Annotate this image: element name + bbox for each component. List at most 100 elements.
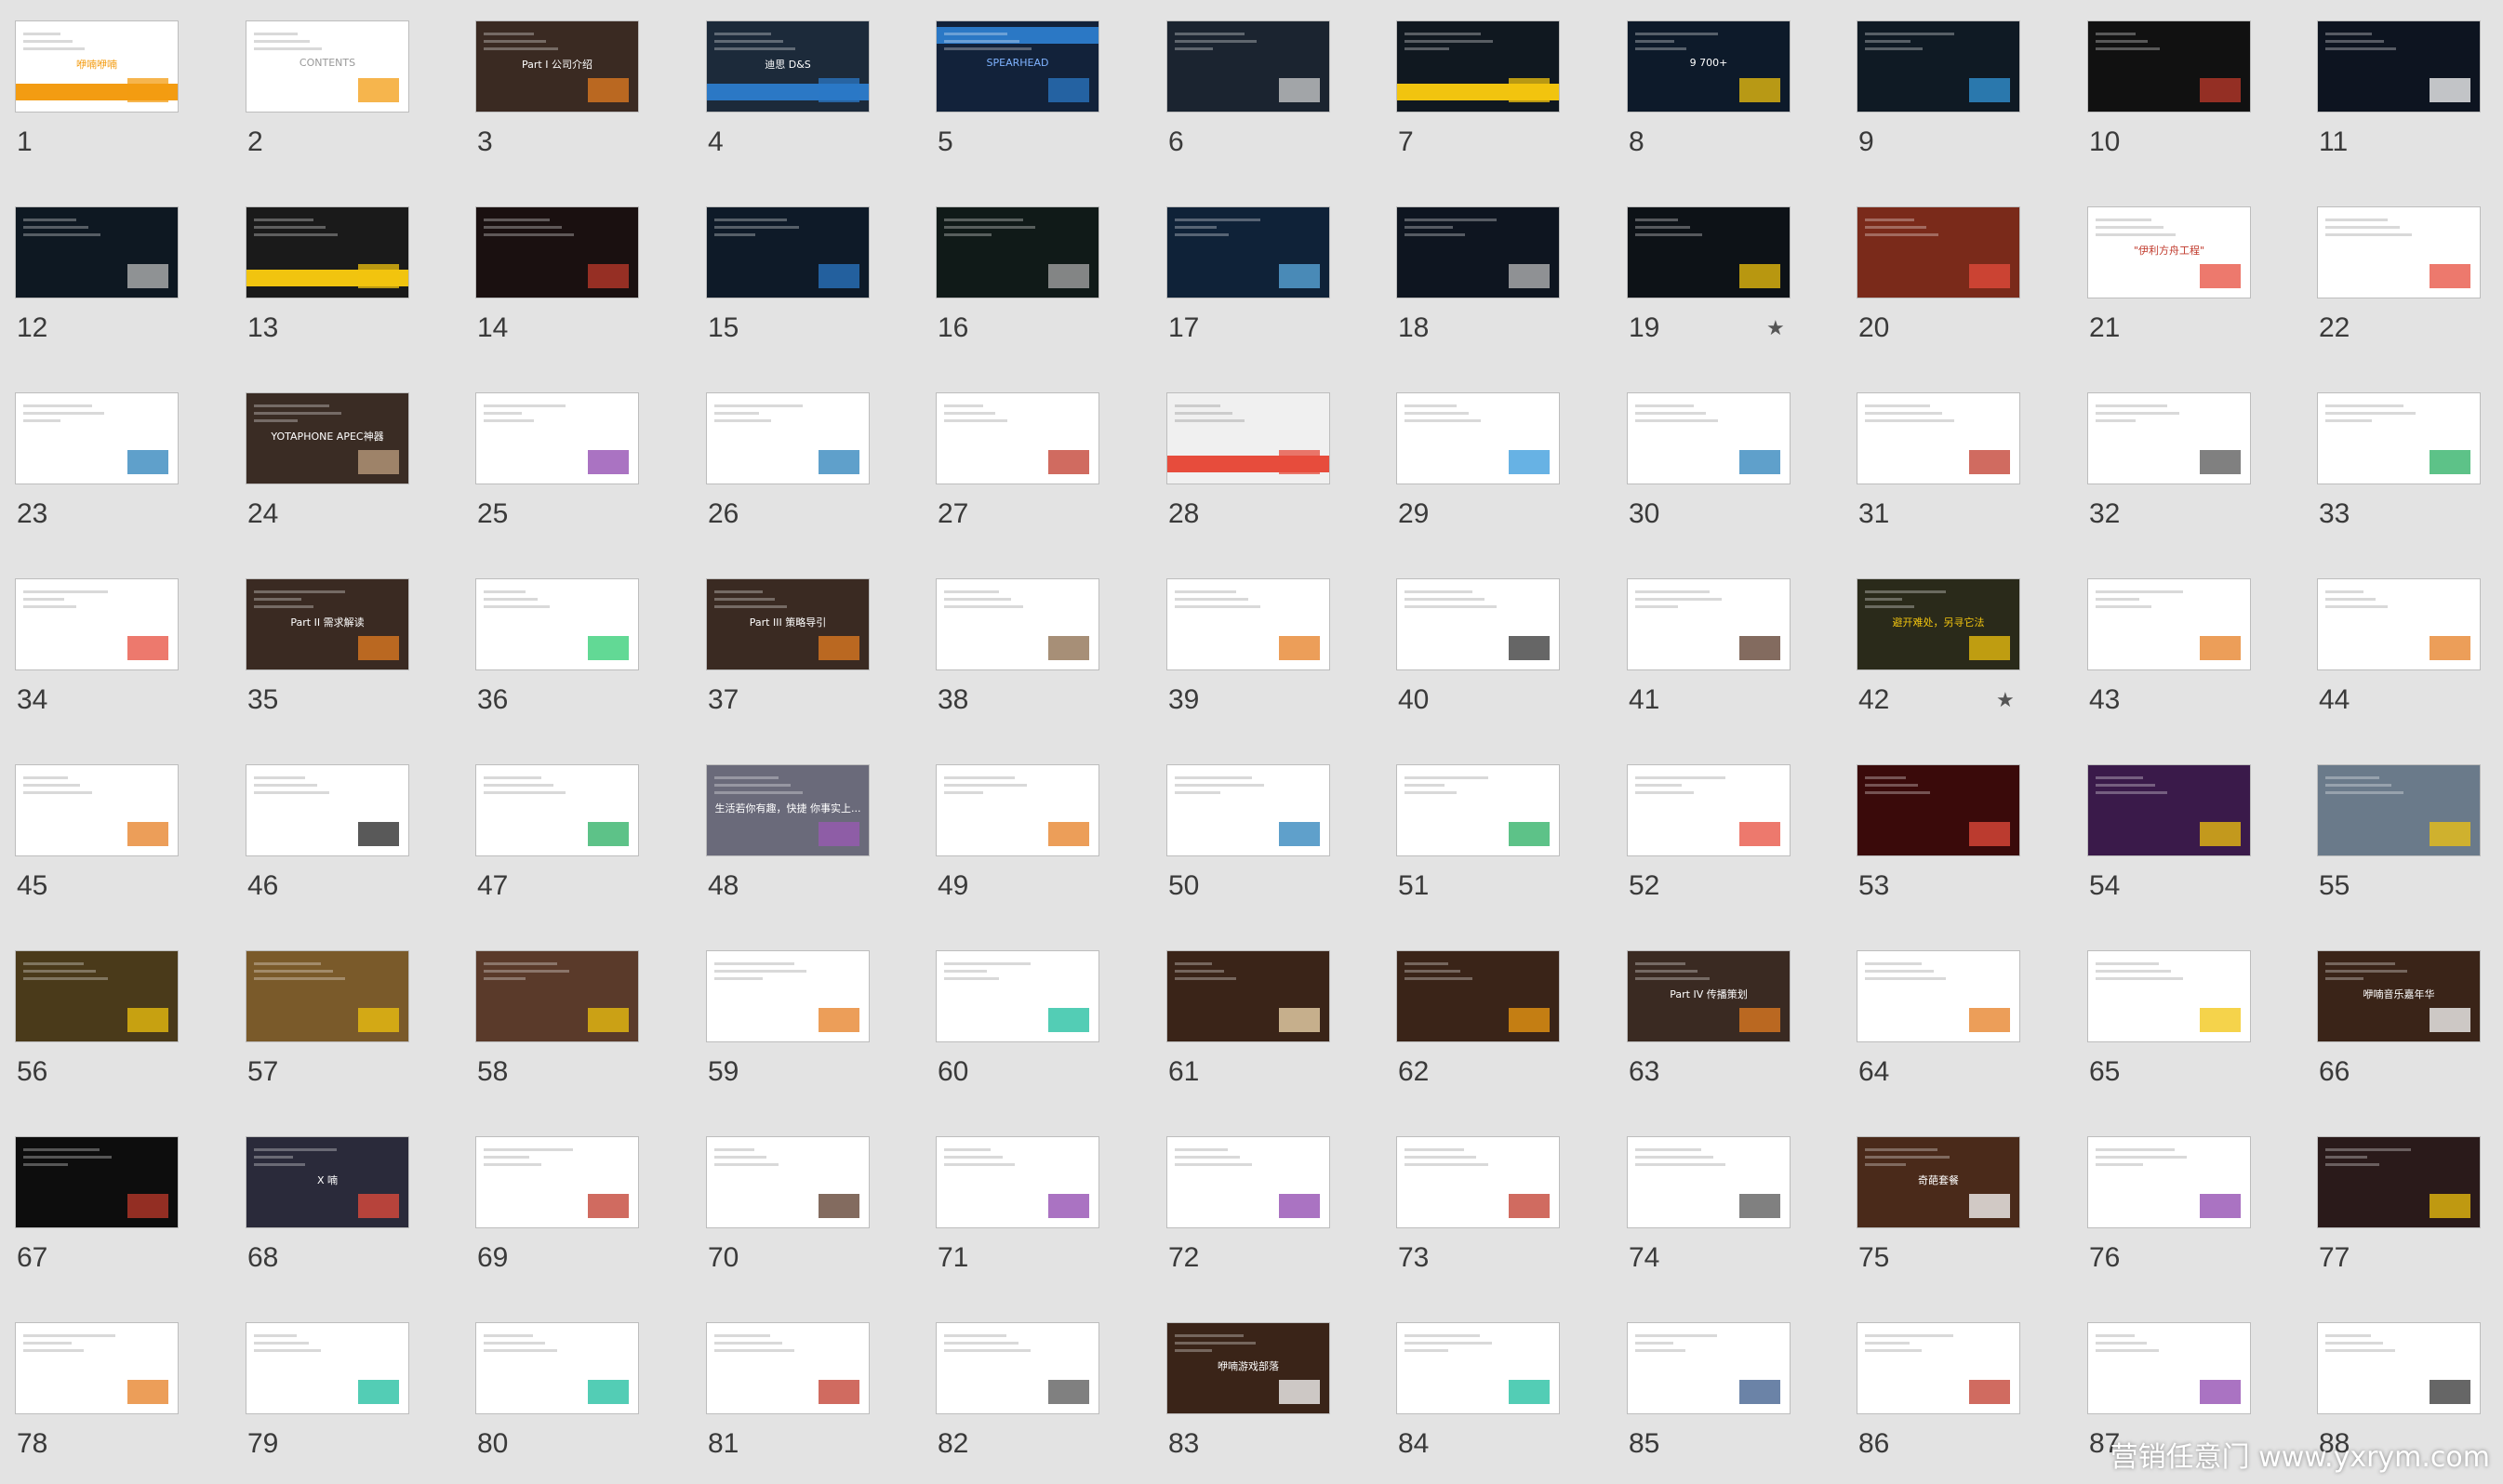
slide-thumbnail-13[interactable]: 13 [231, 186, 461, 363]
slide-thumbnail-53[interactable]: 53 [1842, 744, 2072, 921]
slide-accent-block [1509, 78, 1550, 102]
slide-thumbnail-74[interactable]: 74 [1612, 1116, 1843, 1292]
slide-thumbnail-69[interactable]: 69 [460, 1116, 691, 1292]
slide-thumbnail-11[interactable]: 11 [2302, 0, 2503, 177]
slide-thumbnail-7[interactable]: 7 [1381, 0, 1612, 177]
slide-thumbnail-12[interactable]: 12 [0, 186, 231, 363]
slide-thumbnail-68[interactable]: X 喃 68 [231, 1116, 461, 1292]
slide-thumbnail-75[interactable]: 奇葩套餐 75 [1842, 1116, 2072, 1292]
slide-thumbnail-54[interactable]: 54 [2072, 744, 2303, 921]
slide-thumbnail-85[interactable]: 85 [1612, 1302, 1843, 1478]
slide-content-line [23, 776, 68, 779]
slide-thumbnail-46[interactable]: 46 [231, 744, 461, 921]
slide-number: 21 [2089, 312, 2121, 343]
slide-thumbnail-3[interactable]: Part I 公司介绍 3 [460, 0, 691, 177]
slide-thumbnail-73[interactable]: 73 [1381, 1116, 1612, 1292]
slide-thumbnail-57[interactable]: 57 [231, 930, 461, 1106]
slide-thumbnail-8[interactable]: 9 700+ 8 [1612, 0, 1843, 177]
slide-thumbnail-17[interactable]: 17 [1152, 186, 1382, 363]
slide-thumbnail-26[interactable]: 26 [691, 372, 922, 549]
slide-thumbnail-39[interactable]: 39 [1152, 558, 1382, 735]
slide-thumbnail-21[interactable]: "伊利方舟工程" 21 [2072, 186, 2303, 363]
slide-content-line [2325, 791, 2403, 794]
slide-thumbnail-15[interactable]: 15 [691, 186, 922, 363]
slide-thumbnail-35[interactable]: Part II 需求解读 35 [231, 558, 461, 735]
slide-thumbnail-20[interactable]: 20 [1842, 186, 2072, 363]
slide-thumbnail-5[interactable]: SPEARHEAD 5 [921, 0, 1152, 177]
slide-thumbnail-4[interactable]: 迪思 D&S 4 [691, 0, 922, 177]
slide-thumbnail-55[interactable]: 55 [2302, 744, 2503, 921]
slide-thumbnail-36[interactable]: 36 [460, 558, 691, 735]
slide-thumbnail-27[interactable]: 27 [921, 372, 1152, 549]
slide-thumbnail-44[interactable]: 44 [2302, 558, 2503, 735]
slide-thumbnail-61[interactable]: 61 [1152, 930, 1382, 1106]
slide-thumbnail-65[interactable]: 65 [2072, 930, 2303, 1106]
slide-thumbnail-18[interactable]: 18 [1381, 186, 1612, 363]
slide-thumbnail-52[interactable]: 52 [1612, 744, 1843, 921]
slide-thumbnail-6[interactable]: 6 [1152, 0, 1382, 177]
slide-number: 22 [2319, 312, 2350, 343]
slide-thumbnail-51[interactable]: 51 [1381, 744, 1612, 921]
slide-thumbnail-83[interactable]: 咿喃游戏部落 83 [1152, 1302, 1382, 1478]
slide-thumbnail-30[interactable]: 30 [1612, 372, 1843, 549]
slide-thumbnail-25[interactable]: 25 [460, 372, 691, 549]
slide-thumbnail-71[interactable]: 71 [921, 1116, 1152, 1292]
slide-thumbnail-80[interactable]: 80 [460, 1302, 691, 1478]
slide-thumbnail-14[interactable]: 14 [460, 186, 691, 363]
slide-thumbnail-10[interactable]: 10 [2072, 0, 2303, 177]
slide-thumbnail-84[interactable]: 84 [1381, 1302, 1612, 1478]
slide-number: 86 [1858, 1428, 1890, 1459]
slide-thumbnail-23[interactable]: 23 [0, 372, 231, 549]
slide-thumbnail-82[interactable]: 82 [921, 1302, 1152, 1478]
slide-title-text: 9 700+ [1689, 57, 1728, 69]
slide-thumbnail-66[interactable]: 咿喃音乐嘉年华 66 [2302, 930, 2503, 1106]
slide-thumbnail-86[interactable]: 86 [1842, 1302, 2072, 1478]
slide-thumbnail-16[interactable]: 16 [921, 186, 1152, 363]
slide-thumbnail-49[interactable]: 49 [921, 744, 1152, 921]
slide-preview [1857, 764, 2020, 856]
slide-thumbnail-2[interactable]: CONTENTS 2 [231, 0, 461, 177]
slide-thumbnail-77[interactable]: 77 [2302, 1116, 2503, 1292]
slide-thumbnail-31[interactable]: 31 [1842, 372, 2072, 549]
slide-thumbnail-9[interactable]: 9 [1842, 0, 2072, 177]
slide-content-line [254, 1148, 337, 1151]
slide-thumbnail-38[interactable]: 38 [921, 558, 1152, 735]
slide-thumbnail-70[interactable]: 70 [691, 1116, 922, 1292]
slide-thumbnail-34[interactable]: 34 [0, 558, 231, 735]
slide-thumbnail-42[interactable]: 避开难处，另寻它法 42 ★ [1842, 558, 2072, 735]
slide-thumbnail-60[interactable]: 60 [921, 930, 1152, 1106]
slide-thumbnail-67[interactable]: 67 [0, 1116, 231, 1292]
slide-thumbnail-43[interactable]: 43 [2072, 558, 2303, 735]
slide-content-line [944, 598, 1011, 601]
slide-thumbnail-59[interactable]: 59 [691, 930, 922, 1106]
slide-thumbnail-72[interactable]: 72 [1152, 1116, 1382, 1292]
slide-thumbnail-56[interactable]: 56 [0, 930, 231, 1106]
slide-thumbnail-29[interactable]: 29 [1381, 372, 1612, 549]
slide-thumbnail-45[interactable]: 45 [0, 744, 231, 921]
slide-thumbnail-32[interactable]: 32 [2072, 372, 2303, 549]
slide-content-line [23, 47, 85, 50]
slide-content-line [1175, 776, 1252, 779]
slide-thumbnail-22[interactable]: 22 [2302, 186, 2503, 363]
slide-thumbnail-33[interactable]: 33 [2302, 372, 2503, 549]
slide-thumbnail-47[interactable]: 47 [460, 744, 691, 921]
slide-thumbnail-79[interactable]: 79 [231, 1302, 461, 1478]
slide-thumbnail-62[interactable]: 62 [1381, 930, 1612, 1106]
slide-number: 40 [1398, 684, 1430, 715]
slide-thumbnail-81[interactable]: 81 [691, 1302, 922, 1478]
slide-thumbnail-19[interactable]: 19 ★ [1612, 186, 1843, 363]
slide-preview [1627, 764, 1791, 856]
slide-thumbnail-48[interactable]: 生活若你有趣，快捷 你事实上... 48 [691, 744, 922, 921]
slide-thumbnail-41[interactable]: 41 [1612, 558, 1843, 735]
slide-thumbnail-24[interactable]: YOTAPHONE APEC神器 24 [231, 372, 461, 549]
slide-thumbnail-78[interactable]: 78 [0, 1302, 231, 1478]
slide-thumbnail-63[interactable]: Part IV 传播策划 63 [1612, 930, 1843, 1106]
slide-thumbnail-40[interactable]: 40 [1381, 558, 1612, 735]
slide-thumbnail-50[interactable]: 50 [1152, 744, 1382, 921]
slide-thumbnail-1[interactable]: 咿喃咿喃 1 [0, 0, 231, 177]
slide-thumbnail-76[interactable]: 76 [2072, 1116, 2303, 1292]
slide-thumbnail-58[interactable]: 58 [460, 930, 691, 1106]
slide-thumbnail-64[interactable]: 64 [1842, 930, 2072, 1106]
slide-thumbnail-28[interactable]: 28 [1152, 372, 1382, 549]
slide-thumbnail-37[interactable]: Part III 策略导引 37 [691, 558, 922, 735]
